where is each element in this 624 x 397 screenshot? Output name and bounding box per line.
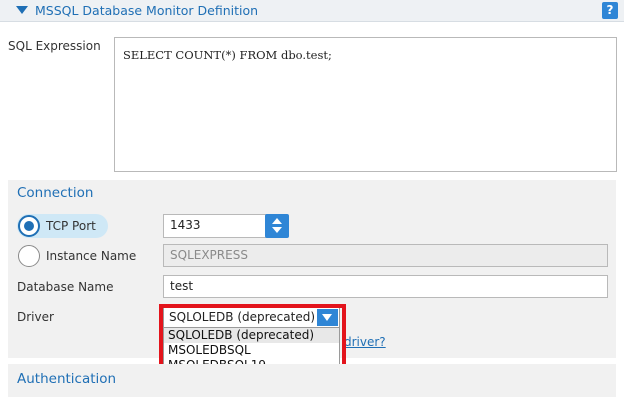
section-header[interactable]: MSSQL Database Monitor Definition ? bbox=[0, 0, 624, 22]
tcp-port-radio[interactable] bbox=[18, 215, 40, 237]
database-name-input[interactable]: test bbox=[163, 275, 608, 298]
driver-label: Driver bbox=[17, 310, 54, 324]
help-button[interactable]: ? bbox=[602, 2, 618, 19]
instance-name-input: SQLEXPRESS bbox=[163, 244, 608, 267]
collapse-triangle-icon[interactable] bbox=[16, 6, 28, 14]
tcp-port-input[interactable]: 1433 bbox=[163, 214, 267, 238]
tcp-port-label[interactable]: TCP Port bbox=[46, 219, 96, 233]
driver-help-link[interactable]: driver? bbox=[344, 335, 386, 349]
database-name-label: Database Name bbox=[17, 280, 114, 294]
spinner-up-icon[interactable] bbox=[272, 218, 282, 224]
connection-title: Connection bbox=[17, 185, 94, 201]
sql-expression-label: SQL Expression bbox=[8, 39, 101, 53]
authentication-title: Authentication bbox=[17, 371, 117, 387]
section-title: MSSQL Database Monitor Definition bbox=[35, 3, 259, 18]
instance-name-label[interactable]: Instance Name bbox=[46, 249, 136, 263]
spinner-down-icon[interactable] bbox=[272, 227, 282, 233]
sql-expression-textarea[interactable]: SELECT COUNT(*) FROM dbo.test; bbox=[114, 37, 617, 172]
instance-name-radio[interactable] bbox=[18, 245, 40, 267]
port-spinner-icon[interactable] bbox=[265, 214, 289, 238]
